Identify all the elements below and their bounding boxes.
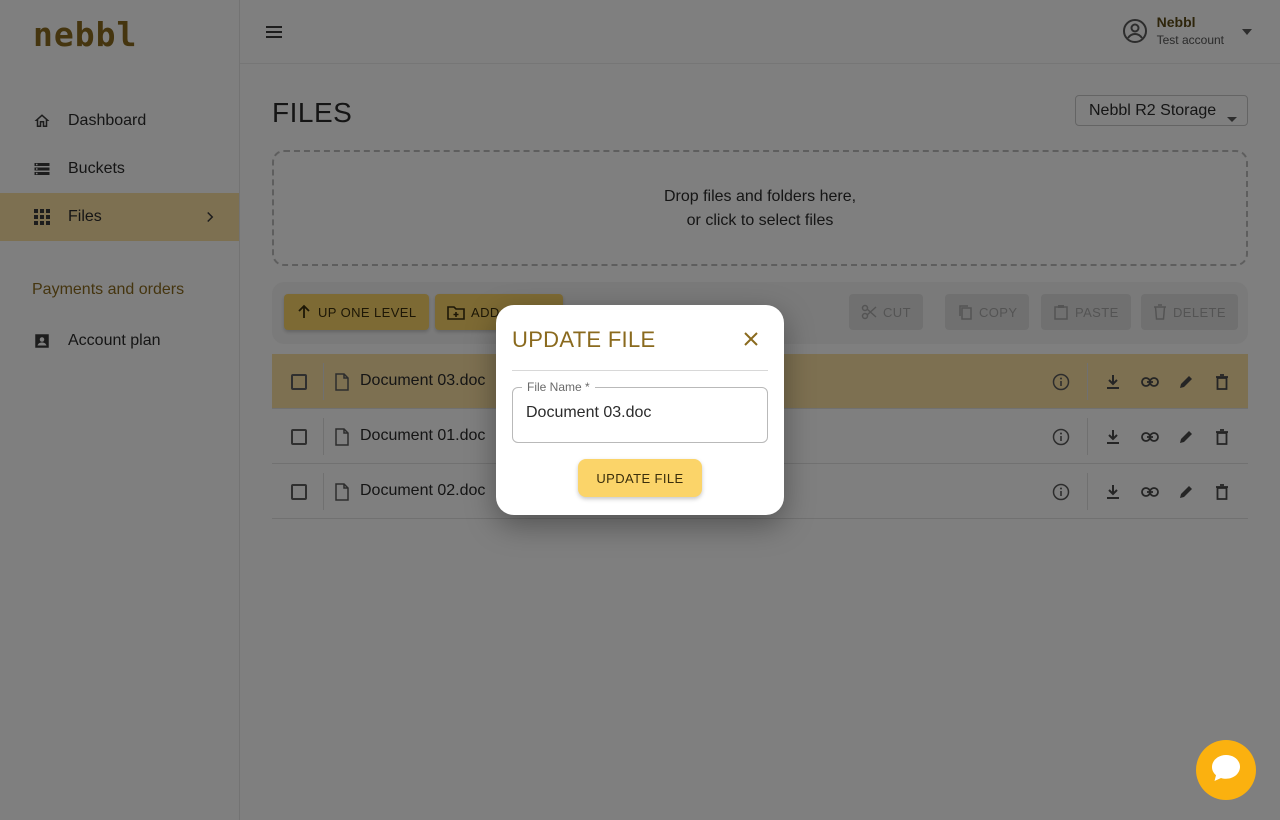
dialog-title: UPDATE FILE — [512, 327, 656, 352]
chat-button[interactable] — [1196, 740, 1256, 800]
chat-bubble-icon — [1210, 753, 1242, 788]
divider — [512, 370, 768, 371]
file-name-input[interactable] — [526, 404, 754, 422]
field-label: File Name * — [522, 380, 595, 394]
update-file-button[interactable]: UPDATE FILE — [578, 459, 702, 497]
update-file-dialog: UPDATE FILE File Name * UPDATE FILE — [496, 305, 784, 515]
close-icon[interactable] — [742, 330, 760, 348]
file-name-field: File Name * — [512, 380, 768, 443]
